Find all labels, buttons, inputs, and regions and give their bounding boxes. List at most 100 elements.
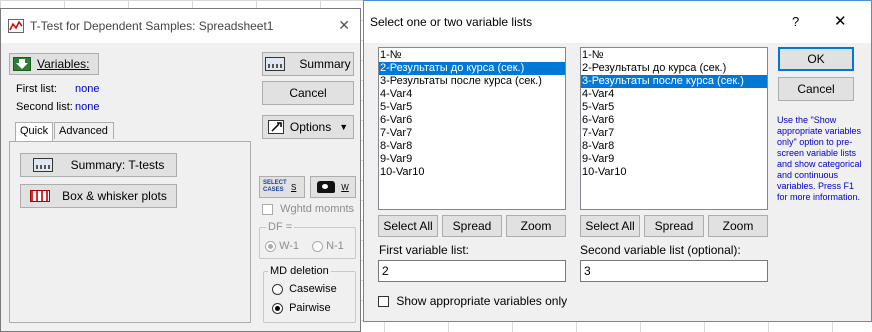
tab-quick[interactable]: Quick xyxy=(15,122,53,142)
summary-ttests-label: Summary: T-tests xyxy=(70,158,165,172)
casewise-radio xyxy=(272,283,283,295)
cancel-button[interactable]: Cancel xyxy=(262,81,354,105)
list-item[interactable]: 4-Var4 xyxy=(581,88,767,101)
spread-left-label: Spread xyxy=(452,219,492,233)
help-text: Use the "Show appropriate variables only… xyxy=(777,115,862,202)
select-cases-button[interactable]: SELECT CASES S xyxy=(259,176,305,198)
df-w1-radio xyxy=(265,240,276,252)
list-item[interactable]: 5-Var5 xyxy=(581,101,767,114)
summary-ttests-button[interactable]: Summary: T-tests xyxy=(20,153,177,177)
df-option-w1[interactable]: W-1 xyxy=(265,240,299,252)
df-group: DF = W-1 N-1 xyxy=(259,221,356,259)
weight-key: W xyxy=(341,182,349,192)
tab-advanced[interactable]: Advanced xyxy=(54,122,114,139)
summary-icon xyxy=(265,57,286,71)
options-button[interactable]: Options ▼ xyxy=(262,115,354,139)
variables-label: Variables: xyxy=(37,57,90,71)
options-label: Options xyxy=(289,120,332,134)
close-icon[interactable]: ✕ xyxy=(338,17,350,34)
select-all-left-button[interactable]: Select All xyxy=(378,215,438,237)
list-item[interactable]: 2-Результаты до курса (сек.) xyxy=(379,62,565,75)
list-item[interactable]: 5-Var5 xyxy=(379,101,565,114)
list-item[interactable]: 2-Результаты до курса (сек.) xyxy=(581,62,767,75)
close-icon[interactable]: ✕ xyxy=(834,12,847,30)
select-all-right-label: Select All xyxy=(585,219,635,233)
wghtd-momnts-check xyxy=(262,203,273,215)
list-item[interactable]: 8-Var8 xyxy=(581,140,767,153)
options-icon xyxy=(267,120,284,134)
md-option-casewise[interactable]: Casewise xyxy=(272,283,337,295)
list-item[interactable]: 9-Var9 xyxy=(379,153,565,166)
zoom-left-label: Zoom xyxy=(520,219,552,233)
summary-table-icon xyxy=(32,158,53,172)
spread-left-button[interactable]: Spread xyxy=(442,215,502,237)
list-item[interactable]: 3-Результаты после курса (сек.) xyxy=(581,75,767,88)
ttest-title: T-Test for Dependent Samples: Spreadshee… xyxy=(30,19,274,33)
list-item[interactable]: 10-Var10 xyxy=(581,166,767,179)
first-variable-list-input[interactable]: 2 xyxy=(378,260,566,282)
first-list-value: none xyxy=(75,83,100,95)
df-n1-radio xyxy=(312,240,323,252)
list-item[interactable]: 3-Результаты после курса (сек.) xyxy=(379,75,565,88)
wghtd-momnts-checkbox[interactable]: Wghtd momnts xyxy=(262,203,354,215)
tab-advanced-label: Advanced xyxy=(59,125,108,137)
box-whisker-button[interactable]: Box & whisker plots xyxy=(20,184,177,208)
pairwise-radio xyxy=(272,302,283,314)
ok-button[interactable]: OK xyxy=(778,47,854,71)
list-item[interactable]: 4-Var4 xyxy=(379,88,565,101)
summary-button[interactable]: Summary xyxy=(262,52,354,76)
first-list-label: First list: xyxy=(16,83,57,95)
spread-right-button[interactable]: Spread xyxy=(644,215,704,237)
list-item[interactable]: 9-Var9 xyxy=(581,153,767,166)
cancel-label: Cancel xyxy=(289,86,327,100)
weight-icon xyxy=(317,181,336,193)
list-item[interactable]: 10-Var10 xyxy=(379,166,565,179)
ttest-titlebar[interactable]: T-Test for Dependent Samples: Spreadshee… xyxy=(1,9,360,43)
list-item[interactable]: 7-Var7 xyxy=(379,127,565,140)
arrow-down-icon xyxy=(13,57,31,71)
wghtd-momnts-label: Wghtd momnts xyxy=(280,203,355,215)
show-appropriate-checkbox[interactable]: Show appropriate variables only xyxy=(378,294,567,308)
select-all-left-label: Select All xyxy=(383,219,433,233)
list-item[interactable]: 6-Var6 xyxy=(581,114,767,127)
df-n1-label: N-1 xyxy=(326,240,344,252)
summary-label: Summary xyxy=(299,57,351,71)
app-icon xyxy=(8,19,24,33)
first-variable-list-label: First variable list: xyxy=(379,243,470,257)
zoom-right-label: Zoom xyxy=(722,219,754,233)
spread-right-label: Spread xyxy=(654,219,694,233)
df-option-n1[interactable]: N-1 xyxy=(312,240,344,252)
zoom-right-button[interactable]: Zoom xyxy=(708,215,768,237)
list-item[interactable]: 1-№ xyxy=(581,49,767,62)
list-item[interactable]: 6-Var6 xyxy=(379,114,565,127)
weight-button[interactable]: W xyxy=(310,176,356,198)
box-plot-icon xyxy=(30,190,51,202)
second-list-value: none xyxy=(75,101,100,113)
second-list-label: Second list: xyxy=(16,101,73,113)
show-appropriate-check xyxy=(378,296,389,308)
help-icon[interactable]: ? xyxy=(792,14,799,29)
df-group-title: DF = xyxy=(266,221,295,233)
select-dialog-titlebar[interactable]: Select one or two variable lists ? ✕ xyxy=(364,1,871,43)
cancel-button[interactable]: Cancel xyxy=(778,77,854,101)
md-option-pairwise[interactable]: Pairwise xyxy=(272,302,331,314)
select-variables-dialog: Select one or two variable lists ? ✕ 1-№… xyxy=(363,0,872,322)
pairwise-label: Pairwise xyxy=(289,302,331,314)
zoom-left-button[interactable]: Zoom xyxy=(506,215,566,237)
select-all-right-button[interactable]: Select All xyxy=(580,215,640,237)
second-variable-list-input[interactable]: 3 xyxy=(580,260,768,282)
md-group-title: MD deletion xyxy=(268,265,331,277)
ttest-window: T-Test for Dependent Samples: Spreadshee… xyxy=(0,8,361,332)
list-item[interactable]: 1-№ xyxy=(379,49,565,62)
list-item[interactable]: 7-Var7 xyxy=(581,127,767,140)
second-variable-listbox[interactable]: 1-№ 2-Результаты до курса (сек.) 3-Резул… xyxy=(580,47,768,210)
show-appropriate-label: Show appropriate variables only xyxy=(396,294,568,308)
list-item[interactable]: 8-Var8 xyxy=(379,140,565,153)
chevron-down-icon: ▼ xyxy=(339,122,349,132)
first-variable-listbox[interactable]: 1-№ 2-Результаты до курса (сек.) 3-Резул… xyxy=(378,47,566,210)
variables-button[interactable]: Variables: xyxy=(9,53,99,75)
df-w1-label: W-1 xyxy=(279,240,300,252)
casewise-label: Casewise xyxy=(289,283,337,295)
select-cases-key: S xyxy=(291,182,297,192)
ok-label: OK xyxy=(807,52,825,66)
